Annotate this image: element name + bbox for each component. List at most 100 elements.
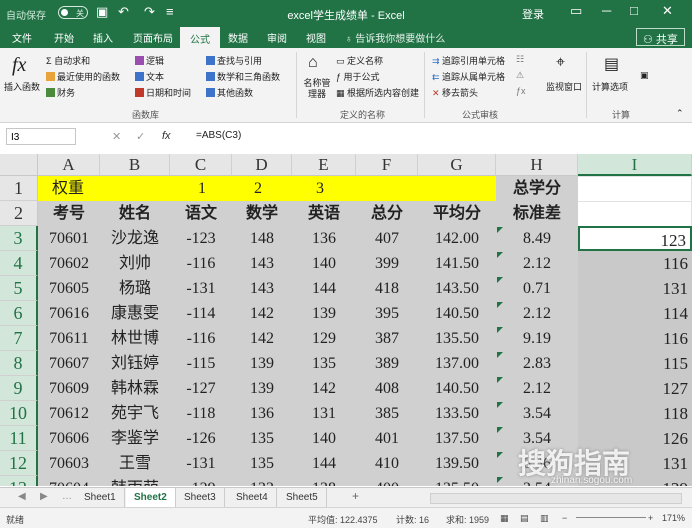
cell-d2[interactable]: 数学 — [232, 201, 292, 226]
cell-d4[interactable]: 143 — [232, 251, 292, 276]
cell-b4[interactable]: 刘帅 — [100, 251, 170, 276]
cell-i3[interactable]: 123 — [578, 226, 692, 251]
sheet-tab-sheet1[interactable]: Sheet1 — [76, 488, 125, 507]
cell-c7[interactable]: -116 — [170, 326, 232, 351]
sheet-tab-sheet2[interactable]: Sheet2 — [126, 488, 176, 509]
cell-a4[interactable]: 70602 — [38, 251, 100, 276]
zoom-slider[interactable] — [576, 517, 646, 518]
cell-g3[interactable]: 142.00 — [418, 226, 496, 251]
calculate-now-icon[interactable]: ▣ — [640, 70, 649, 81]
text-button[interactable]: 文本 — [135, 70, 164, 83]
cell-b1[interactable] — [100, 176, 170, 201]
cell-d9[interactable]: 139 — [232, 376, 292, 401]
column-header-f[interactable]: F — [356, 154, 418, 176]
sheet-tab-sheet3[interactable]: Sheet3 — [176, 488, 225, 507]
cell-b2[interactable]: 姓名 — [100, 201, 170, 226]
other-functions-button[interactable]: 其他函数 — [206, 86, 253, 99]
cell-e2[interactable]: 英语 — [292, 201, 356, 226]
tab-formulas[interactable]: 公式 — [180, 27, 220, 48]
tab-insert[interactable]: 插入 — [93, 30, 113, 45]
cell-c4[interactable]: -116 — [170, 251, 232, 276]
cell-e1[interactable]: 3 — [292, 176, 356, 201]
cell-b8[interactable]: 刘钰婷 — [100, 351, 170, 376]
cell-a6[interactable]: 70616 — [38, 301, 100, 326]
cell-a10[interactable]: 70612 — [38, 401, 100, 426]
cell-h9[interactable]: 2.12 — [496, 376, 578, 401]
cell-d6[interactable]: 142 — [232, 301, 292, 326]
cell-d12[interactable]: 135 — [232, 451, 292, 476]
tab-review[interactable]: 审阅 — [267, 30, 287, 45]
create-from-selection-button[interactable]: ▦ 根据所选内容创建 — [336, 86, 419, 99]
cell-c9[interactable]: -127 — [170, 376, 232, 401]
cell-e11[interactable]: 140 — [292, 426, 356, 451]
cell-f11[interactable]: 401 — [356, 426, 418, 451]
row-header-9[interactable]: 9 — [0, 376, 38, 401]
cell-c10[interactable]: -118 — [170, 401, 232, 426]
cell-f6[interactable]: 395 — [356, 301, 418, 326]
more-sheets-icon[interactable]: … — [62, 491, 72, 502]
column-header-b[interactable]: B — [100, 154, 170, 176]
cell-a9[interactable]: 70609 — [38, 376, 100, 401]
cell-h8[interactable]: 2.83 — [496, 351, 578, 376]
formula-input[interactable]: =ABS(C3) — [196, 130, 241, 141]
cell-c1[interactable]: 1 — [170, 176, 232, 201]
horizontal-scrollbar[interactable] — [430, 493, 682, 504]
cell-d3[interactable]: 148 — [232, 226, 292, 251]
cell-e7[interactable]: 129 — [292, 326, 356, 351]
row-header-11[interactable]: 11 — [0, 426, 38, 451]
column-header-i[interactable]: I — [578, 154, 692, 176]
cell-g5[interactable]: 143.50 — [418, 276, 496, 301]
row-header-2[interactable]: 2 — [0, 201, 38, 226]
cell-g11[interactable]: 137.50 — [418, 426, 496, 451]
logical-button[interactable]: 逻辑 — [135, 54, 164, 67]
cell-a7[interactable]: 70611 — [38, 326, 100, 351]
cell-a13[interactable]: 70604 — [38, 476, 100, 486]
cell-d13[interactable]: 133 — [232, 476, 292, 486]
cell-b12[interactable]: 王雪 — [100, 451, 170, 476]
cell-a1[interactable]: 权重 — [38, 176, 100, 201]
row-header-12[interactable]: 12 — [0, 451, 38, 476]
cell-b6[interactable]: 康惠雯 — [100, 301, 170, 326]
cell-b7[interactable]: 林世博 — [100, 326, 170, 351]
cell-g10[interactable]: 133.50 — [418, 401, 496, 426]
tab-data[interactable]: 数据 — [228, 30, 248, 45]
row-header-13[interactable]: 13 — [0, 476, 38, 486]
cell-g13[interactable]: 135.50 — [418, 476, 496, 486]
cell-g7[interactable]: 135.50 — [418, 326, 496, 351]
row-header-5[interactable]: 5 — [0, 276, 38, 301]
cell-e9[interactable]: 142 — [292, 376, 356, 401]
recent-functions-button[interactable]: 最近使用的函数 — [46, 70, 120, 83]
cell-h2[interactable]: 标准差 — [496, 201, 578, 226]
cell-f10[interactable]: 385 — [356, 401, 418, 426]
zoom-in-button[interactable]: + — [648, 513, 653, 523]
row-header-7[interactable]: 7 — [0, 326, 38, 351]
row-header-3[interactable]: 3 — [0, 226, 38, 251]
cell-e12[interactable]: 144 — [292, 451, 356, 476]
cell-a8[interactable]: 70607 — [38, 351, 100, 376]
worksheet-grid[interactable]: ABCDEFGHI12345678910111213权重123总学分考号姓名语文… — [0, 150, 692, 486]
cell-h6[interactable]: 2.12 — [496, 301, 578, 326]
cell-e3[interactable]: 136 — [292, 226, 356, 251]
cell-h5[interactable]: 0.71 — [496, 276, 578, 301]
tab-page-layout[interactable]: 页面布局 — [133, 30, 173, 45]
cell-i5[interactable]: 131 — [578, 276, 692, 301]
define-name-button[interactable]: ▭ 定义名称 — [336, 54, 383, 67]
cell-i4[interactable]: 116 — [578, 251, 692, 276]
cell-i7[interactable]: 116 — [578, 326, 692, 351]
calculation-options-button[interactable]: 计算选项 — [592, 80, 628, 93]
add-sheet-button[interactable]: + — [352, 489, 359, 503]
cell-b13[interactable]: 韩雨萌 — [100, 476, 170, 486]
row-header-6[interactable]: 6 — [0, 301, 38, 326]
share-button[interactable]: ⚇ 共享 — [636, 28, 685, 46]
cell-b11[interactable]: 李鉴学 — [100, 426, 170, 451]
cell-h10[interactable]: 3.54 — [496, 401, 578, 426]
autosum-button[interactable]: Σ 自动求和 — [46, 54, 90, 67]
cell-c12[interactable]: -131 — [170, 451, 232, 476]
column-header-g[interactable]: G — [418, 154, 496, 176]
cell-a12[interactable]: 70603 — [38, 451, 100, 476]
cell-d8[interactable]: 139 — [232, 351, 292, 376]
cell-e10[interactable]: 131 — [292, 401, 356, 426]
column-header-h[interactable]: H — [496, 154, 578, 176]
cell-f7[interactable]: 387 — [356, 326, 418, 351]
cell-c8[interactable]: -115 — [170, 351, 232, 376]
